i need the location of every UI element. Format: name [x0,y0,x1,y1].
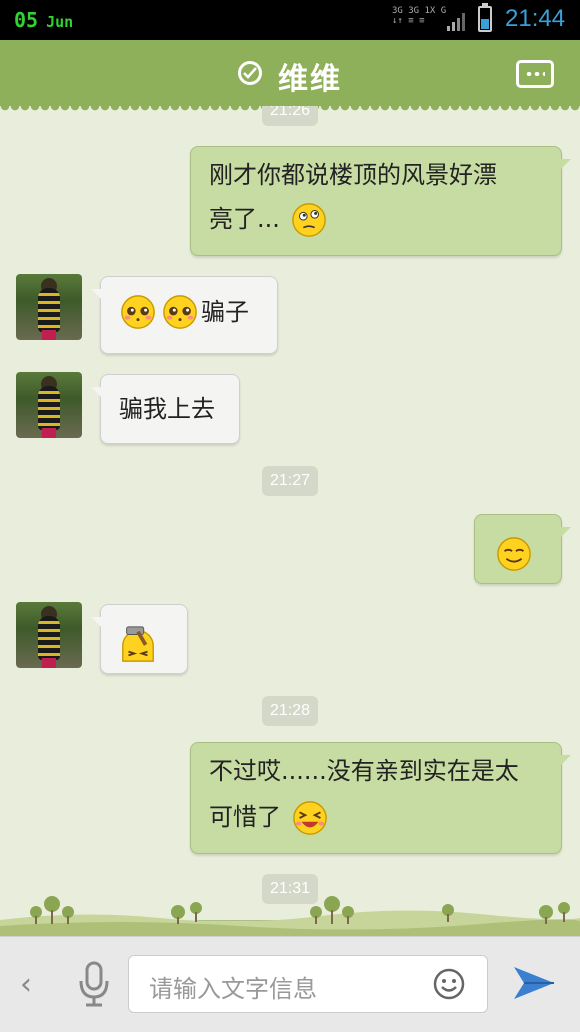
chevron-left-icon[interactable]: ‹ [20,967,32,1002]
battery-icon [478,3,492,32]
input-bar: ‹ 请输入文字信息 [0,936,580,1032]
network-indicator: 3G 3G 1X G ↓↑ ≡ ≡ [392,6,452,26]
message-bubble-incoming[interactable]: 骗子 [91,276,278,354]
message-text: 骗我上去 [119,395,215,423]
timestamp: 21:28 [262,696,319,726]
status-time: 21:44 [505,5,566,32]
message-text: 可惜了 [209,803,281,831]
contact-name: 维维 [278,62,342,97]
avatar[interactable] [16,602,82,668]
timestamp: 21:26 [262,106,319,126]
message-text: 刚才你都说楼顶的风景好漂 [209,161,497,189]
pleading-emoji-icon [163,295,197,329]
message-text: 不过哎......没有亲到实在是太 [209,757,519,785]
smile-emoji-icon [497,537,531,571]
emoji-picker-icon[interactable] [433,968,465,1000]
background-scenery [0,896,580,936]
status-date: 05 Jun [14,8,73,32]
status-bar: 05 Jun 3G 3G 1X G ↓↑ ≡ ≡ 21:44 [0,0,580,40]
more-menu-icon[interactable] [516,60,554,88]
hammer-emoji-icon [122,626,154,662]
chat-area[interactable]: 21:26 刚才你都说楼顶的风景好漂 亮了... 骗子 骗我上去 21:27 2… [0,106,580,936]
network-types: 3G 3G 1X G [392,6,447,16]
message-text: 亮了... [209,205,280,233]
avatar[interactable] [16,372,82,438]
timestamp: 21:27 [262,466,319,496]
status-month: Jun [46,13,74,31]
input-placeholder: 请输入文字信息 [149,975,317,1003]
microphone-icon[interactable] [78,959,110,1009]
network-activity: ↓↑ ≡ ≡ [392,16,425,26]
pleading-emoji-icon [121,295,155,329]
message-input[interactable]: 请输入文字信息 [128,955,488,1013]
check-circle-icon [238,61,262,85]
message-bubble-incoming[interactable]: 骗我上去 [91,374,240,444]
send-icon[interactable] [512,963,556,1003]
signal-icon [447,13,465,31]
message-bubble-outgoing[interactable]: 不过哎......没有亲到实在是太 可惜了 [190,742,571,854]
chat-header: 维维 [0,40,580,112]
message-text: 骗子 [201,298,249,326]
message-bubble-outgoing[interactable]: 刚才你都说楼顶的风景好漂 亮了... [190,146,571,256]
message-bubble-outgoing[interactable] [474,514,571,584]
laughing-emoji-icon [292,801,327,835]
message-bubble-incoming[interactable] [91,604,188,674]
thinking-emoji-icon [291,203,326,237]
avatar[interactable] [16,274,82,340]
status-day: 05 [14,8,39,32]
